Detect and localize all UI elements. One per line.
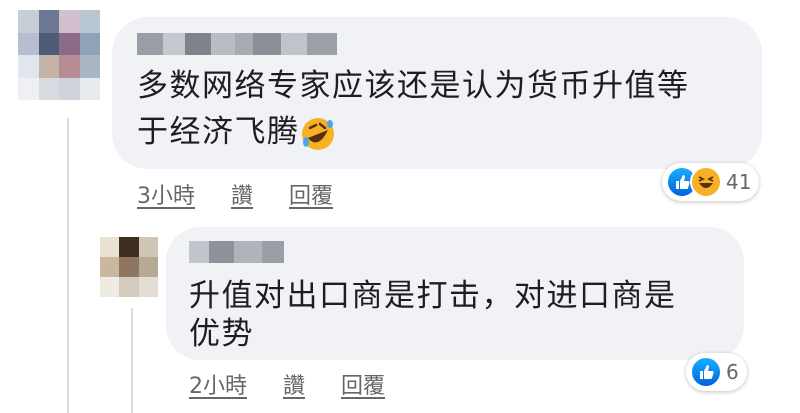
reply-button[interactable]: 回覆 — [289, 178, 333, 210]
haha-reaction-icon — [690, 166, 722, 198]
avatar[interactable] — [18, 10, 100, 100]
reactions-summary[interactable]: 41 — [662, 163, 760, 201]
comment-line-2: 于经济飞腾 — [137, 109, 690, 155]
thread-line-reply — [131, 308, 133, 413]
comment-line-2-text: 于经济飞腾 — [137, 114, 300, 150]
reactions-summary[interactable]: 6 — [686, 353, 747, 391]
comment-line-1: 多数网络专家应该还是认为货币升值等 — [137, 68, 690, 104]
thread-line-main — [67, 118, 69, 413]
like-button[interactable]: 讚 — [231, 178, 253, 210]
reply-button[interactable]: 回覆 — [341, 368, 385, 400]
comment-meta: 3小時 讚 回覆 — [137, 178, 369, 210]
timestamp-link[interactable]: 2小時 — [189, 368, 247, 400]
comment-text: 多数网络专家应该还是认为货币升值等 于经济飞腾 — [137, 63, 690, 155]
reaction-count: 41 — [726, 170, 752, 194]
timestamp-link[interactable]: 3小時 — [137, 178, 195, 210]
like-button[interactable]: 讚 — [283, 368, 305, 400]
like-reaction-icon — [690, 356, 722, 388]
avatar[interactable] — [100, 237, 158, 297]
reply-text: 升值对出口商是打击，对进口商是 优势 — [189, 273, 677, 357]
reaction-count: 6 — [726, 360, 739, 384]
commenter-name-blurred[interactable] — [137, 33, 337, 55]
reply-meta: 2小時 讚 回覆 — [189, 368, 421, 400]
rolling-on-floor-laughing-icon — [301, 117, 334, 150]
reply-line-1: 升值对出口商是打击，对进口商是 — [189, 278, 677, 314]
replier-name-blurred[interactable] — [189, 241, 284, 263]
